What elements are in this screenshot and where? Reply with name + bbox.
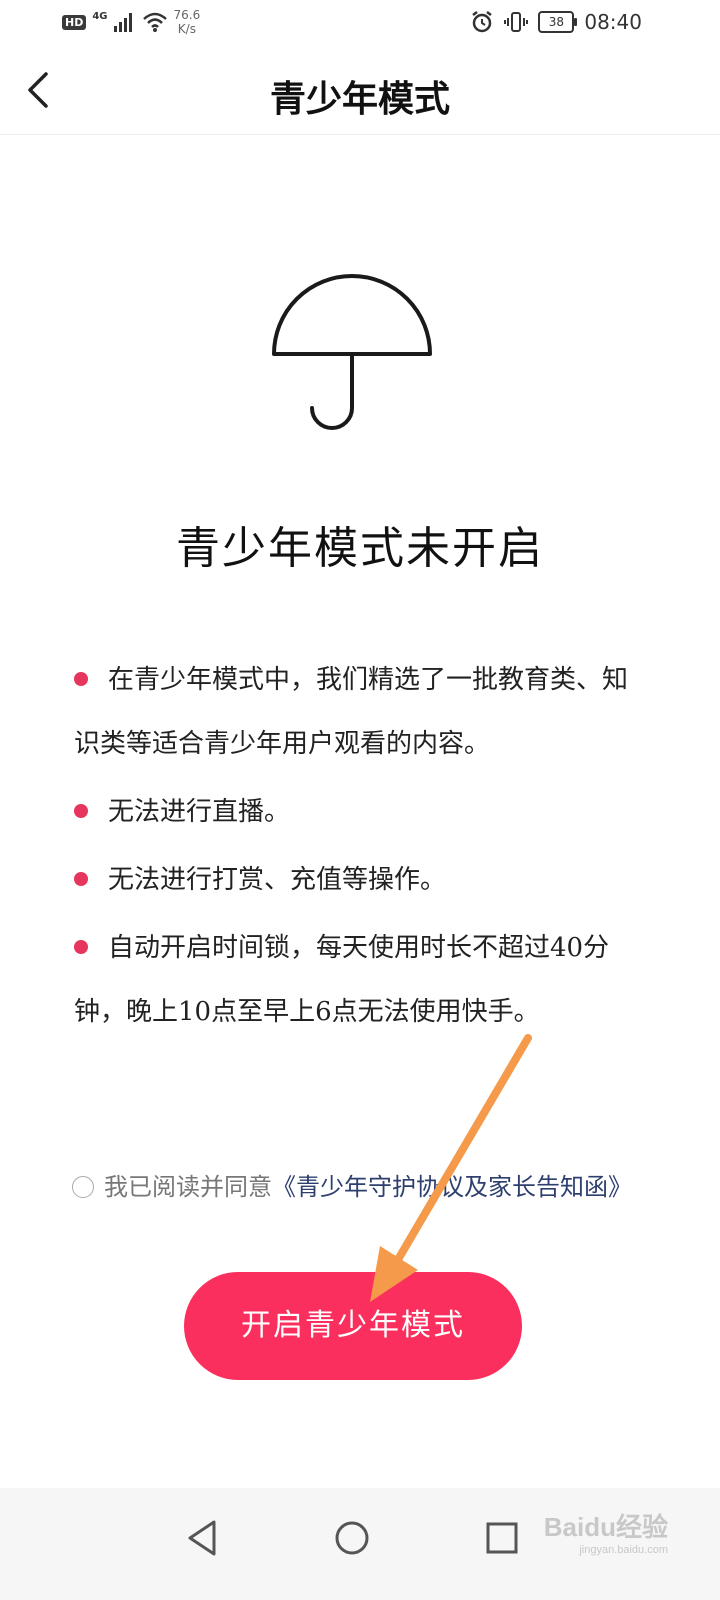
umbrella-icon	[272, 274, 432, 430]
bullet-dot-icon	[74, 672, 88, 686]
page-title: 青少年模式	[269, 78, 450, 120]
rule-item: 在青少年模式中，我们精选了一批教育类、知识类等适合青少年用户观看的内容。	[74, 648, 634, 776]
wifi-icon	[142, 12, 167, 32]
network-speed: 76.6 K/s	[174, 8, 201, 36]
agreement-row: 我已阅读并同意《青少年守护协议及家长告知函》	[72, 1168, 652, 1206]
triangle-back-icon[interactable]	[176, 1510, 232, 1566]
vibrate-icon	[504, 12, 529, 32]
youth-mode-status-title: 青少年模式未开启	[176, 523, 544, 574]
rule-text: 无法进行直播。	[108, 797, 291, 827]
enable-youth-mode-button[interactable]: 开启青少年模式	[184, 1272, 522, 1380]
agreement-link[interactable]: 《青少年守护协议及家长告知函》	[272, 1173, 632, 1201]
rule-list: 在青少年模式中，我们精选了一批教育类、知识类等适合青少年用户观看的内容。 无法进…	[74, 648, 634, 1048]
baidu-watermark-url: jingyan.baidu.com	[579, 1544, 668, 1556]
status-left: HD 4G 76.6 K/s	[62, 8, 200, 36]
status-bar: HD 4G 76.6 K/s 38 08:40	[0, 0, 720, 50]
bullet-dot-icon	[74, 940, 88, 954]
speed-unit: K/s	[177, 22, 196, 36]
status-right: 38 08:40	[470, 10, 642, 34]
bullet-dot-icon	[74, 872, 88, 886]
signal-icon	[113, 13, 132, 32]
agreement-prefix: 我已阅读并同意	[104, 1173, 272, 1201]
rule-text: 自动开启时间锁，每天使用时长不超过40分钟，晚上10点至早上6点无法使用快手。	[74, 933, 610, 1027]
rule-item: 无法进行打赏、充值等操作。	[74, 848, 634, 912]
status-time: 08:40	[584, 10, 642, 34]
bullet-dot-icon	[74, 804, 88, 818]
rule-item: 无法进行直播。	[74, 780, 634, 844]
alarm-icon	[472, 11, 493, 33]
rule-text: 在青少年模式中，我们精选了一批教育类、知识类等适合青少年用户观看的内容。	[74, 665, 629, 759]
rule-text: 无法进行打赏、充值等操作。	[108, 865, 447, 895]
nav-bar: 青少年模式	[0, 50, 720, 135]
network-type: 4G	[92, 10, 108, 22]
baidu-watermark: Baidu经验	[543, 1512, 668, 1542]
circle-home-icon[interactable]	[324, 1510, 380, 1566]
battery-indicator: 38	[538, 11, 578, 33]
agreement-checkbox[interactable]	[72, 1176, 94, 1198]
speed-value: 76.6	[173, 8, 201, 22]
system-nav-bar: Baidu经验 jingyan.baidu.com	[0, 1488, 720, 1600]
square-recent-icon[interactable]	[474, 1510, 530, 1566]
rule-item: 自动开启时间锁，每天使用时长不超过40分钟，晚上10点至早上6点无法使用快手。	[74, 916, 634, 1044]
hd-badge: HD	[62, 14, 87, 30]
agreement-text: 我已阅读并同意《青少年守护协议及家长告知函》	[104, 1168, 652, 1206]
